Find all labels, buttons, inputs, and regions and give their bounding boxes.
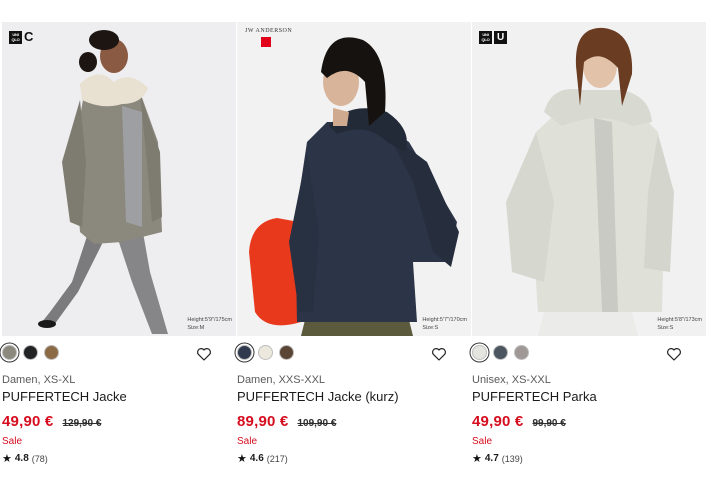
color-swatch[interactable] <box>472 345 487 360</box>
product-image[interactable]: JW ANDERSON Height:5'7"/170cm Size:S <box>237 22 471 336</box>
brand-collection-mark: C <box>24 29 34 44</box>
product-card[interactable]: UNI QLO C Height:5'9"/175cm Size:M Damen,… <box>2 22 238 470</box>
color-swatch[interactable] <box>279 345 294 360</box>
brand-collection-mark: U <box>494 30 507 44</box>
original-price: 109,90 € <box>297 418 337 429</box>
brand-logo: UNI QLO U <box>479 30 507 44</box>
color-swatches <box>237 345 294 360</box>
heart-outline-icon[interactable] <box>666 346 682 362</box>
uniqlo-logo-icon: UNI QLO <box>9 30 22 44</box>
product-meta: Unisex, XS-XXL <box>472 374 551 386</box>
model-size-info: Height:5'9"/175cm Size:M <box>187 317 232 331</box>
star-icon: ★ <box>2 453 12 465</box>
model-photo-parka-light <box>506 27 674 336</box>
sale-price: 49,90 € <box>2 413 54 430</box>
jw-anderson-logo: JW ANDERSON <box>245 28 293 34</box>
brand-logo: JW ANDERSON <box>245 28 305 47</box>
model-size-info: Height:5'7"/170cm Size:S <box>422 317 467 331</box>
color-swatch[interactable] <box>237 345 252 360</box>
product-grid: UNI QLO C Height:5'9"/175cm Size:M Damen,… <box>0 22 708 470</box>
color-swatch[interactable] <box>23 345 38 360</box>
color-swatches <box>472 345 529 360</box>
sale-price: 89,90 € <box>237 413 289 430</box>
sale-price: 49,90 € <box>472 413 524 430</box>
model-photo-jacket-navy <box>249 37 459 336</box>
brand-logo: UNI QLO C <box>9 30 33 44</box>
color-swatch[interactable] <box>258 345 273 360</box>
star-icon: ★ <box>237 453 247 465</box>
product-image[interactable]: UNI QLO U Height:5'8"/173cm Size:S <box>472 22 706 336</box>
sale-badge: Sale <box>237 436 258 447</box>
price-block: 89,90 € 109,90 € <box>237 413 336 430</box>
product-name[interactable]: PUFFERTECH Jacke <box>2 389 127 404</box>
uniqlo-logo-icon: UNI QLO <box>479 30 492 44</box>
rating-score: 4.7 <box>484 453 499 464</box>
model-size-info: Height:5'8"/173cm Size:S <box>657 317 702 331</box>
color-swatch[interactable] <box>44 345 59 360</box>
color-swatch[interactable] <box>514 345 529 360</box>
uniqlo-logo-icon <box>261 37 271 47</box>
rating-score: 4.6 <box>249 453 264 464</box>
product-card[interactable]: JW ANDERSON Height:5'7"/170cm Size:S Dam… <box>237 22 473 470</box>
original-price: 99,90 € <box>532 418 566 429</box>
model-photo-jacket-olive <box>38 30 168 334</box>
rating: ★ 4.7 (139) <box>472 452 523 465</box>
color-swatch[interactable] <box>2 345 17 360</box>
product-card[interactable]: UNI QLO U Height:5'8"/173cm Size:S Unisex… <box>472 22 708 470</box>
product-meta: Damen, XS-XL <box>2 374 76 386</box>
star-icon: ★ <box>472 453 482 465</box>
review-count: (139) <box>501 453 523 464</box>
rating: ★ 4.8 (78) <box>2 452 48 465</box>
product-name[interactable]: PUFFERTECH Parka <box>472 389 597 404</box>
color-swatch[interactable] <box>493 345 508 360</box>
price-block: 49,90 € 99,90 € <box>472 413 566 430</box>
product-meta: Damen, XXS-XXL <box>237 374 326 386</box>
rating: ★ 4.6 (217) <box>237 452 288 465</box>
review-count: (78) <box>31 453 48 464</box>
color-swatches <box>2 345 59 360</box>
original-price: 129,90 € <box>62 418 102 429</box>
product-name[interactable]: PUFFERTECH Jacke (kurz) <box>237 389 399 404</box>
product-image[interactable]: UNI QLO C Height:5'9"/175cm Size:M <box>2 22 236 336</box>
heart-outline-icon[interactable] <box>196 346 212 362</box>
rating-score: 4.8 <box>14 453 29 464</box>
sale-badge: Sale <box>472 436 493 447</box>
price-block: 49,90 € 129,90 € <box>2 413 101 430</box>
heart-outline-icon[interactable] <box>431 346 447 362</box>
sale-badge: Sale <box>2 436 23 447</box>
review-count: (217) <box>266 453 288 464</box>
